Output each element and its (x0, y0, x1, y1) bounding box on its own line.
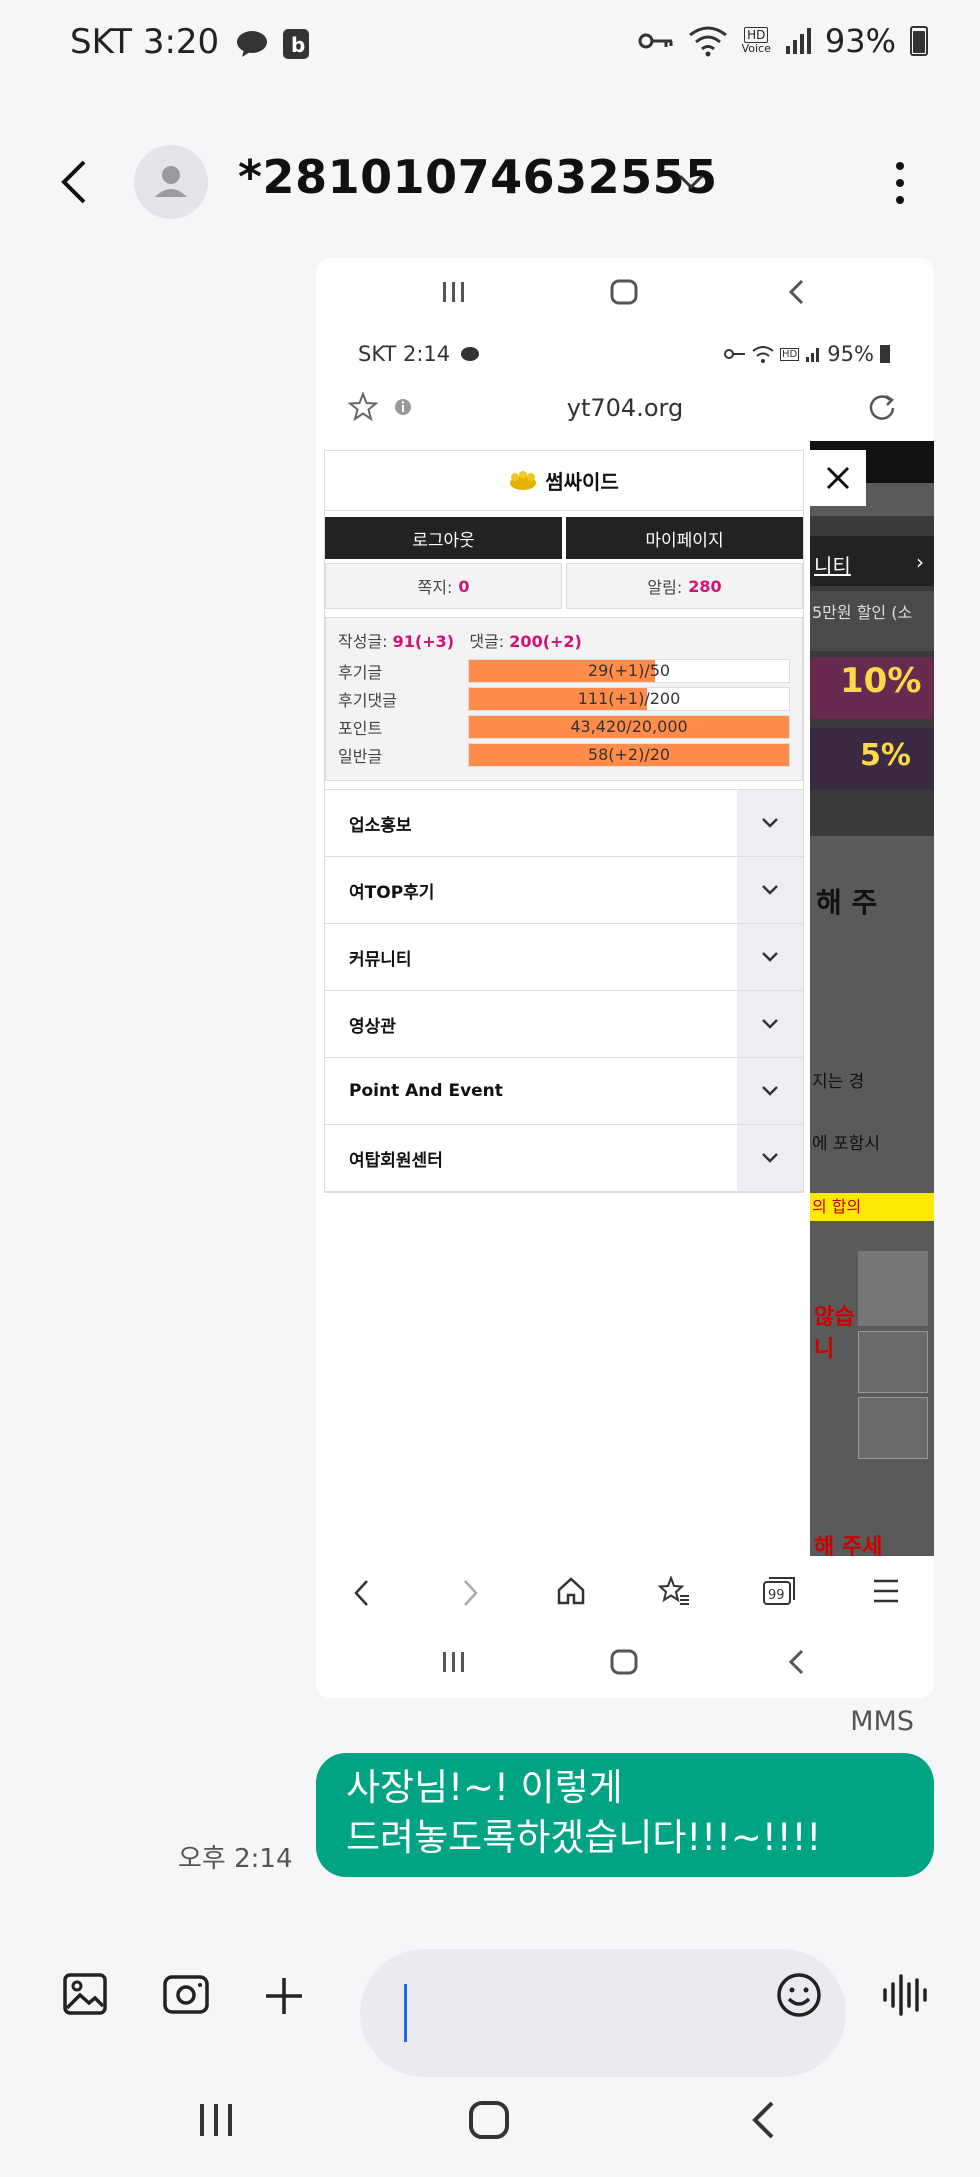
back-arrow-icon[interactable] (58, 158, 90, 206)
menu-button-row: 로그아웃 마이페이지 (325, 517, 803, 559)
battery-icon (910, 26, 928, 56)
chevron-down-icon (762, 1019, 778, 1029)
gallery-icon[interactable] (62, 1972, 108, 2016)
bookmarks-icon (658, 1576, 689, 1605)
background-page: 니티 › 5만원 할인 (소 10% 5% 해 주 지는 경 에 포함시 의 합의… (810, 441, 934, 1560)
back-button[interactable] (748, 2100, 778, 2140)
recents-icon (443, 282, 464, 302)
more-options-icon[interactable] (890, 160, 910, 206)
menu-item: 커뮤니티 (325, 924, 803, 991)
text-cursor (404, 1984, 407, 2042)
app-b-icon: b (282, 28, 309, 59)
person-icon (155, 166, 187, 197)
camera-icon[interactable] (162, 1972, 210, 2016)
alert-info: 알림: 280 (566, 563, 803, 609)
home-button[interactable] (468, 2100, 510, 2140)
kakaotalk-icon (236, 30, 267, 57)
menu-accordion: 업소홍보 여TOP후기 커뮤니티 영상관 Point And Event 여탑회… (325, 789, 803, 1192)
add-attachment-icon[interactable] (262, 1974, 306, 2018)
inner-signal-icon (806, 348, 820, 362)
mms-image-attachment[interactable]: SKT 2:14 HD 95% yt704.org 니티 › 5만원 할인 (소… (316, 258, 934, 1698)
menu-header: 썸싸이드 (325, 451, 803, 511)
status-carrier-time: SKT 3:20 b (70, 22, 309, 62)
progress-row: 일반글 58(+2)/20 (338, 742, 790, 768)
inner-key-icon (724, 349, 745, 359)
tabs-icon: 99 (763, 1577, 795, 1605)
voice-record-icon[interactable] (882, 1972, 930, 2018)
browser-menu-icon (874, 1579, 898, 1603)
chevron-down-icon (762, 1086, 778, 1096)
inner-battery-icon (879, 345, 890, 363)
reload-icon (869, 394, 895, 420)
hd-voice-indicator: HD Voice (741, 27, 771, 55)
back-icon (788, 279, 804, 305)
mypage-button: 마이페이지 (566, 517, 803, 559)
inner-kakaotalk-icon (461, 347, 479, 361)
menu-item: 업소홍보 (325, 790, 803, 857)
menu-close-button (810, 450, 866, 506)
message-timestamp: 오후 2:14 (178, 1844, 293, 1874)
inner-wifi-icon (752, 346, 774, 363)
logout-button: 로그아웃 (325, 517, 562, 559)
menu-item: 여탑회원센터 (325, 1125, 803, 1192)
menu-item: Point And Event (325, 1058, 803, 1125)
home-icon (610, 279, 638, 305)
activity-stats: 작성글: 91(+3) 댓글: 200(+2) 후기글 29(+1)/50 후기댓… (325, 617, 803, 781)
contact-avatar[interactable] (134, 145, 208, 219)
status-right: HD Voice 93% (638, 22, 928, 60)
emoji-icon[interactable] (776, 1972, 822, 2018)
progress-row: 후기댓글 111(+1)/200 (338, 686, 790, 712)
recents-icon (443, 1652, 464, 1672)
svg-text:99: 99 (768, 1588, 785, 1603)
progress-row: 후기글 29(+1)/50 (338, 658, 790, 684)
chevron-down-icon (762, 818, 778, 828)
wifi-icon (688, 26, 727, 57)
close-icon (826, 466, 850, 490)
chevron-down-icon (762, 952, 778, 962)
chevron-down-icon (762, 1153, 778, 1163)
home-icon (610, 1649, 638, 1675)
inner-status-right: HD 95% (724, 342, 890, 366)
browser-forward-icon (464, 1580, 478, 1606)
side-menu: 썸싸이드 로그아웃 마이페이지 쪽지: 0 알림: 280 작성글: 91(+3) … (324, 450, 804, 1193)
inner-status-time: SKT 2:14 (358, 342, 451, 366)
menu-item: 여TOP후기 (325, 857, 803, 924)
crown-logo-icon (510, 470, 537, 490)
menu-item: 영상관 (325, 991, 803, 1058)
chevron-down-icon (762, 885, 778, 895)
progress-row: 포인트 43,420/20,000 (338, 714, 790, 740)
recents-button[interactable] (196, 2102, 236, 2138)
note-info: 쪽지: 0 (325, 563, 562, 609)
back-icon (788, 1649, 804, 1675)
post-summary: 작성글: 91(+3) 댓글: 200(+2) (338, 632, 582, 651)
vpn-key-icon (638, 33, 673, 49)
browser-back-icon (354, 1580, 368, 1606)
sent-message-bubble[interactable]: 사장님!~! 이렇게 드려놓도록하겠습니다!!!~!!!! (316, 1753, 934, 1877)
message-type-label: MMS (850, 1706, 914, 1737)
message-input[interactable] (360, 1949, 846, 2077)
url-text: yt704.org (566, 394, 684, 422)
battery-percent: 93% (824, 22, 896, 60)
browser-toolbar: 99 (316, 1556, 934, 1628)
contact-name[interactable]: *28101074632555 (238, 150, 718, 204)
svg-text:b: b (291, 33, 305, 57)
signal-icon (785, 28, 811, 54)
chevron-down-icon[interactable] (676, 172, 706, 192)
messages-screen: SKT 3:20 b HD Voice 93% *28101074632555 … (0, 0, 980, 2177)
browser-home-icon (557, 1577, 585, 1605)
menu-info-row: 쪽지: 0 알림: 280 (325, 563, 803, 609)
